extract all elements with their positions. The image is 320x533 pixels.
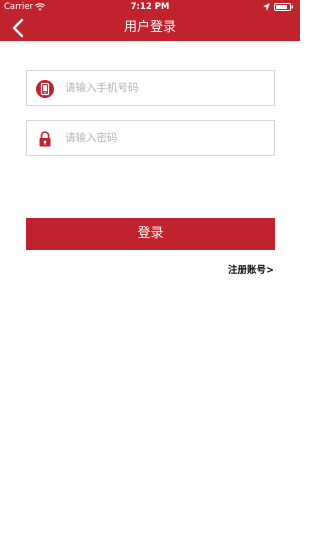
register-link[interactable]: 注册账号> [228,262,274,276]
app-header: Carrier 7:12 PM 用户登录 [0,0,300,41]
phone-icon [36,80,54,98]
status-time: 7:12 PM [130,2,170,12]
phone-field[interactable] [26,70,275,106]
nav-bar: 用户登录 [0,14,300,41]
lock-icon [39,131,51,147]
password-field[interactable] [26,120,275,156]
login-button[interactable]: 登录 [26,218,275,250]
password-input[interactable] [65,121,270,155]
phone-input[interactable] [65,71,270,105]
status-bar: Carrier 7:12 PM [0,0,300,14]
battery-icon [274,3,293,11]
page-title: 用户登录 [123,20,176,35]
location-arrow-icon [263,3,270,11]
